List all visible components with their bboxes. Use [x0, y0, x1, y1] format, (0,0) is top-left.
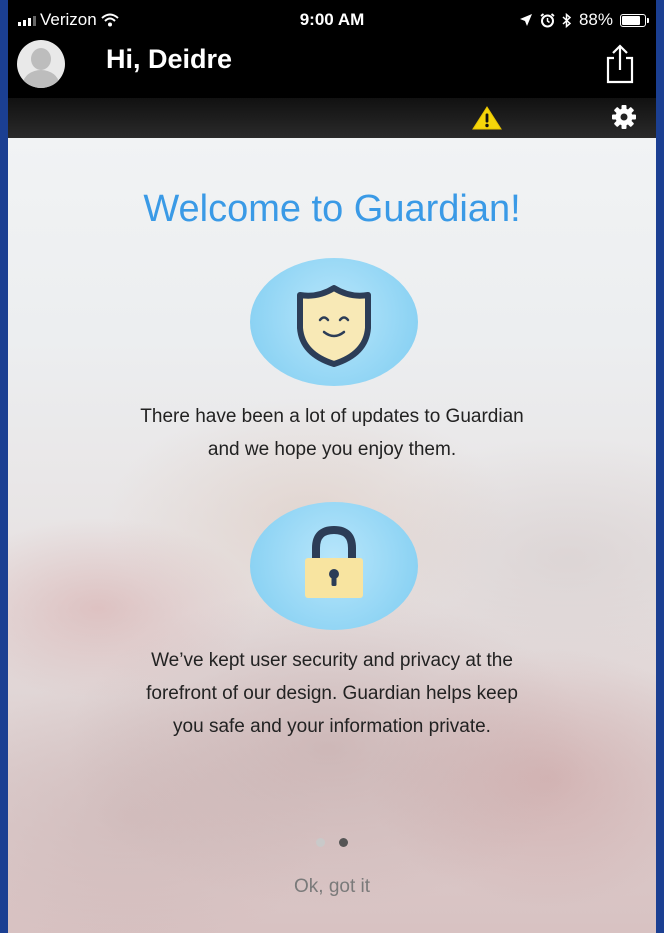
share-icon[interactable]	[602, 42, 638, 86]
welcome-title: Welcome to Guardian!	[143, 188, 521, 230]
secondary-toolbar	[8, 98, 656, 138]
updates-line-1: There have been a lot of updates to Guar…	[140, 406, 524, 427]
ok-got-it-button[interactable]: Ok, got it	[256, 872, 408, 902]
user-avatar[interactable]	[17, 40, 65, 88]
lock-badge	[250, 502, 418, 630]
security-line-2: forefront of our design. Guardian helps …	[146, 683, 518, 704]
location-arrow-icon	[519, 14, 532, 26]
updates-line-2: and we hope you enjoy them.	[207, 439, 457, 460]
security-text: We’ve kept user security and privacy at …	[8, 644, 656, 743]
smiling-shield-icon	[297, 285, 371, 367]
padlock-icon	[305, 525, 363, 598]
status-bar: Verizon 9:00 AM 88%	[8, 0, 656, 36]
updates-text: There have been a lot of updates to Guar…	[8, 400, 656, 466]
security-line-3: you safe and your information private.	[173, 716, 491, 737]
phone-screen: Verizon 9:00 AM 88% Hi, Deidre Welcome t…	[8, 0, 656, 933]
warning-icon[interactable]	[472, 106, 502, 130]
page-dot-2[interactable]	[339, 838, 348, 847]
battery-percent: 88%	[578, 10, 613, 29]
page-indicator	[8, 834, 656, 852]
page-dot-1[interactable]	[316, 838, 325, 847]
bluetooth-icon	[562, 12, 572, 28]
header-bar: Verizon 9:00 AM 88% Hi, Deidre	[8, 0, 656, 98]
gear-icon[interactable]	[611, 104, 637, 130]
greeting-title: Hi, Deidre	[106, 44, 233, 74]
alarm-icon	[540, 12, 555, 27]
shield-badge	[250, 258, 418, 386]
security-line-1: We’ve kept user security and privacy at …	[151, 650, 513, 671]
battery-icon	[620, 13, 649, 27]
status-right: 88%	[519, 10, 649, 30]
screenshot-frame: Verizon 9:00 AM 88% Hi, Deidre Welcome t…	[0, 0, 664, 933]
welcome-panel: Welcome to Guardian! There have been a l…	[8, 138, 656, 933]
